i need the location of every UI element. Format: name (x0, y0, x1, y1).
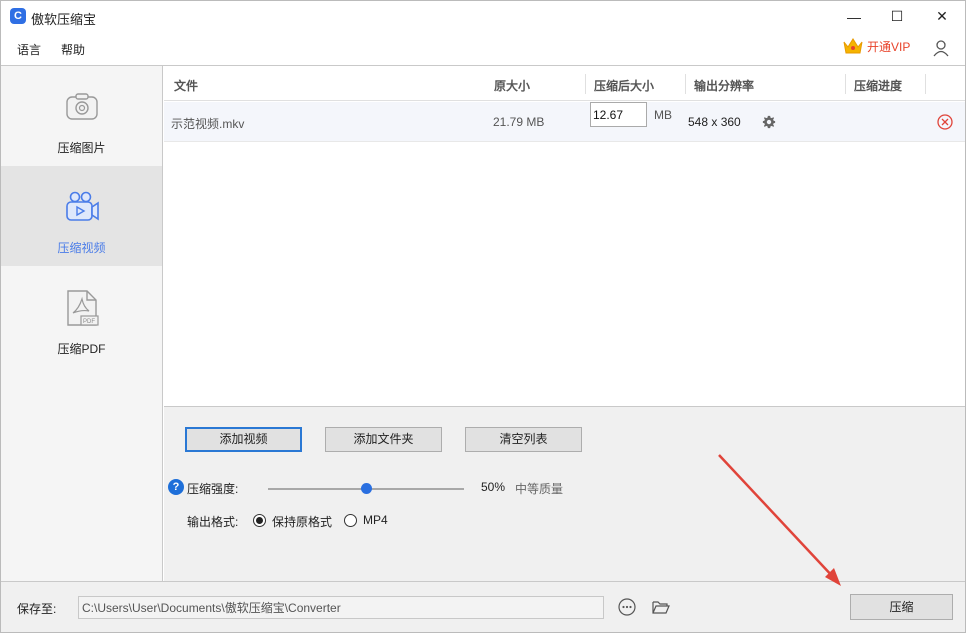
column-divider (925, 74, 926, 94)
camera-icon (66, 93, 98, 120)
compress-button[interactable]: 压缩 (850, 594, 953, 620)
format-radio-keep-original[interactable] (253, 514, 266, 527)
close-icon: ✕ (936, 8, 948, 24)
more-options-icon[interactable] (618, 598, 636, 616)
file-name-cell: 示范视频.mkv (171, 117, 245, 131)
close-button[interactable]: ✕ (919, 1, 965, 32)
table-header: 文件 原大小 压缩后大小 输出分辨率 压缩进度 (164, 66, 965, 101)
pdf-file-icon: PDF (67, 290, 99, 326)
app-window: C 傲软压缩宝 — ☐ ✕ 语言 帮助 开通VIP 压缩图片 压缩视频 PDF … (0, 0, 966, 633)
column-header-resolution: 输出分辨率 (694, 79, 755, 93)
footer: 保存至: 压缩 (1, 581, 965, 632)
format-option-label[interactable]: MP4 (363, 513, 388, 527)
open-folder-icon[interactable] (652, 598, 670, 616)
quality-label: 中等质量 (515, 482, 564, 496)
column-header-original-size: 原大小 (494, 79, 531, 93)
file-table: 文件 原大小 压缩后大小 输出分辨率 压缩进度 示范视频.mkv 21.79 M… (164, 66, 965, 406)
vip-label: 开通VIP (867, 40, 911, 54)
strength-percent: 50% (481, 480, 506, 494)
column-divider (585, 74, 586, 94)
sidebar-item-compress-video[interactable]: 压缩视频 (1, 166, 162, 266)
video-camera-icon (66, 191, 99, 221)
title-bar: C 傲软压缩宝 — ☐ ✕ (1, 1, 965, 32)
menu-language[interactable]: 语言 (17, 41, 41, 58)
sidebar-item-label: 压缩视频 (57, 241, 106, 255)
sidebar-item-label: 压缩图片 (57, 141, 106, 155)
vip-button[interactable]: 开通VIP (843, 38, 910, 55)
resolution-cell: 548 x 360 (688, 115, 741, 129)
format-option-label[interactable]: 保持原格式 (272, 513, 332, 530)
menu-bar: 语言 帮助 (1, 32, 965, 65)
window-title: 傲软压缩宝 (31, 12, 97, 27)
output-format-label: 输出格式: (187, 515, 239, 529)
maximize-button[interactable]: ☐ (874, 1, 920, 32)
column-header-progress: 压缩进度 (854, 79, 903, 93)
crown-icon (843, 38, 863, 54)
strength-slider-thumb[interactable] (360, 483, 372, 494)
original-size-cell: 21.79 MB (493, 115, 545, 129)
help-icon[interactable]: ? (168, 479, 184, 495)
target-size-unit: MB (654, 108, 672, 122)
column-divider (685, 74, 686, 94)
sidebar-item-compress-pdf[interactable]: PDF 压缩PDF (1, 267, 162, 367)
target-size-input[interactable] (590, 102, 647, 127)
user-icon[interactable] (931, 38, 951, 58)
column-divider (845, 74, 846, 94)
strength-label: 压缩强度: (187, 482, 239, 496)
save-to-label: 保存至: (17, 602, 57, 616)
format-radio-mp4[interactable] (344, 514, 357, 527)
minimize-icon: — (847, 8, 861, 25)
maximize-icon: ☐ (890, 8, 904, 24)
remove-file-icon[interactable] (937, 114, 953, 130)
svg-text:PDF: PDF (83, 319, 95, 325)
gear-icon[interactable] (762, 115, 776, 129)
save-path-input[interactable] (78, 596, 604, 619)
sidebar-item-label: 压缩PDF (57, 342, 106, 356)
add-video-button[interactable]: 添加视频 (185, 427, 302, 452)
column-header-file: 文件 (174, 79, 199, 93)
clear-list-button[interactable]: 清空列表 (465, 427, 582, 452)
app-logo-icon: C (10, 8, 26, 24)
table-row[interactable]: 示范视频.mkv 21.79 MB MB 548 x 360 (164, 102, 965, 142)
compression-controls: 添加视频 添加文件夹 清空列表 ? 压缩强度: 50% 中等质量 输出格式: 保… (164, 406, 965, 581)
sidebar: 压缩图片 压缩视频 PDF 压缩PDF (1, 66, 163, 581)
sidebar-item-compress-image[interactable]: 压缩图片 (1, 66, 162, 166)
minimize-button[interactable]: — (831, 1, 877, 32)
add-folder-button[interactable]: 添加文件夹 (325, 427, 442, 452)
column-header-target-size: 压缩后大小 (594, 79, 655, 93)
menu-help[interactable]: 帮助 (61, 41, 85, 58)
